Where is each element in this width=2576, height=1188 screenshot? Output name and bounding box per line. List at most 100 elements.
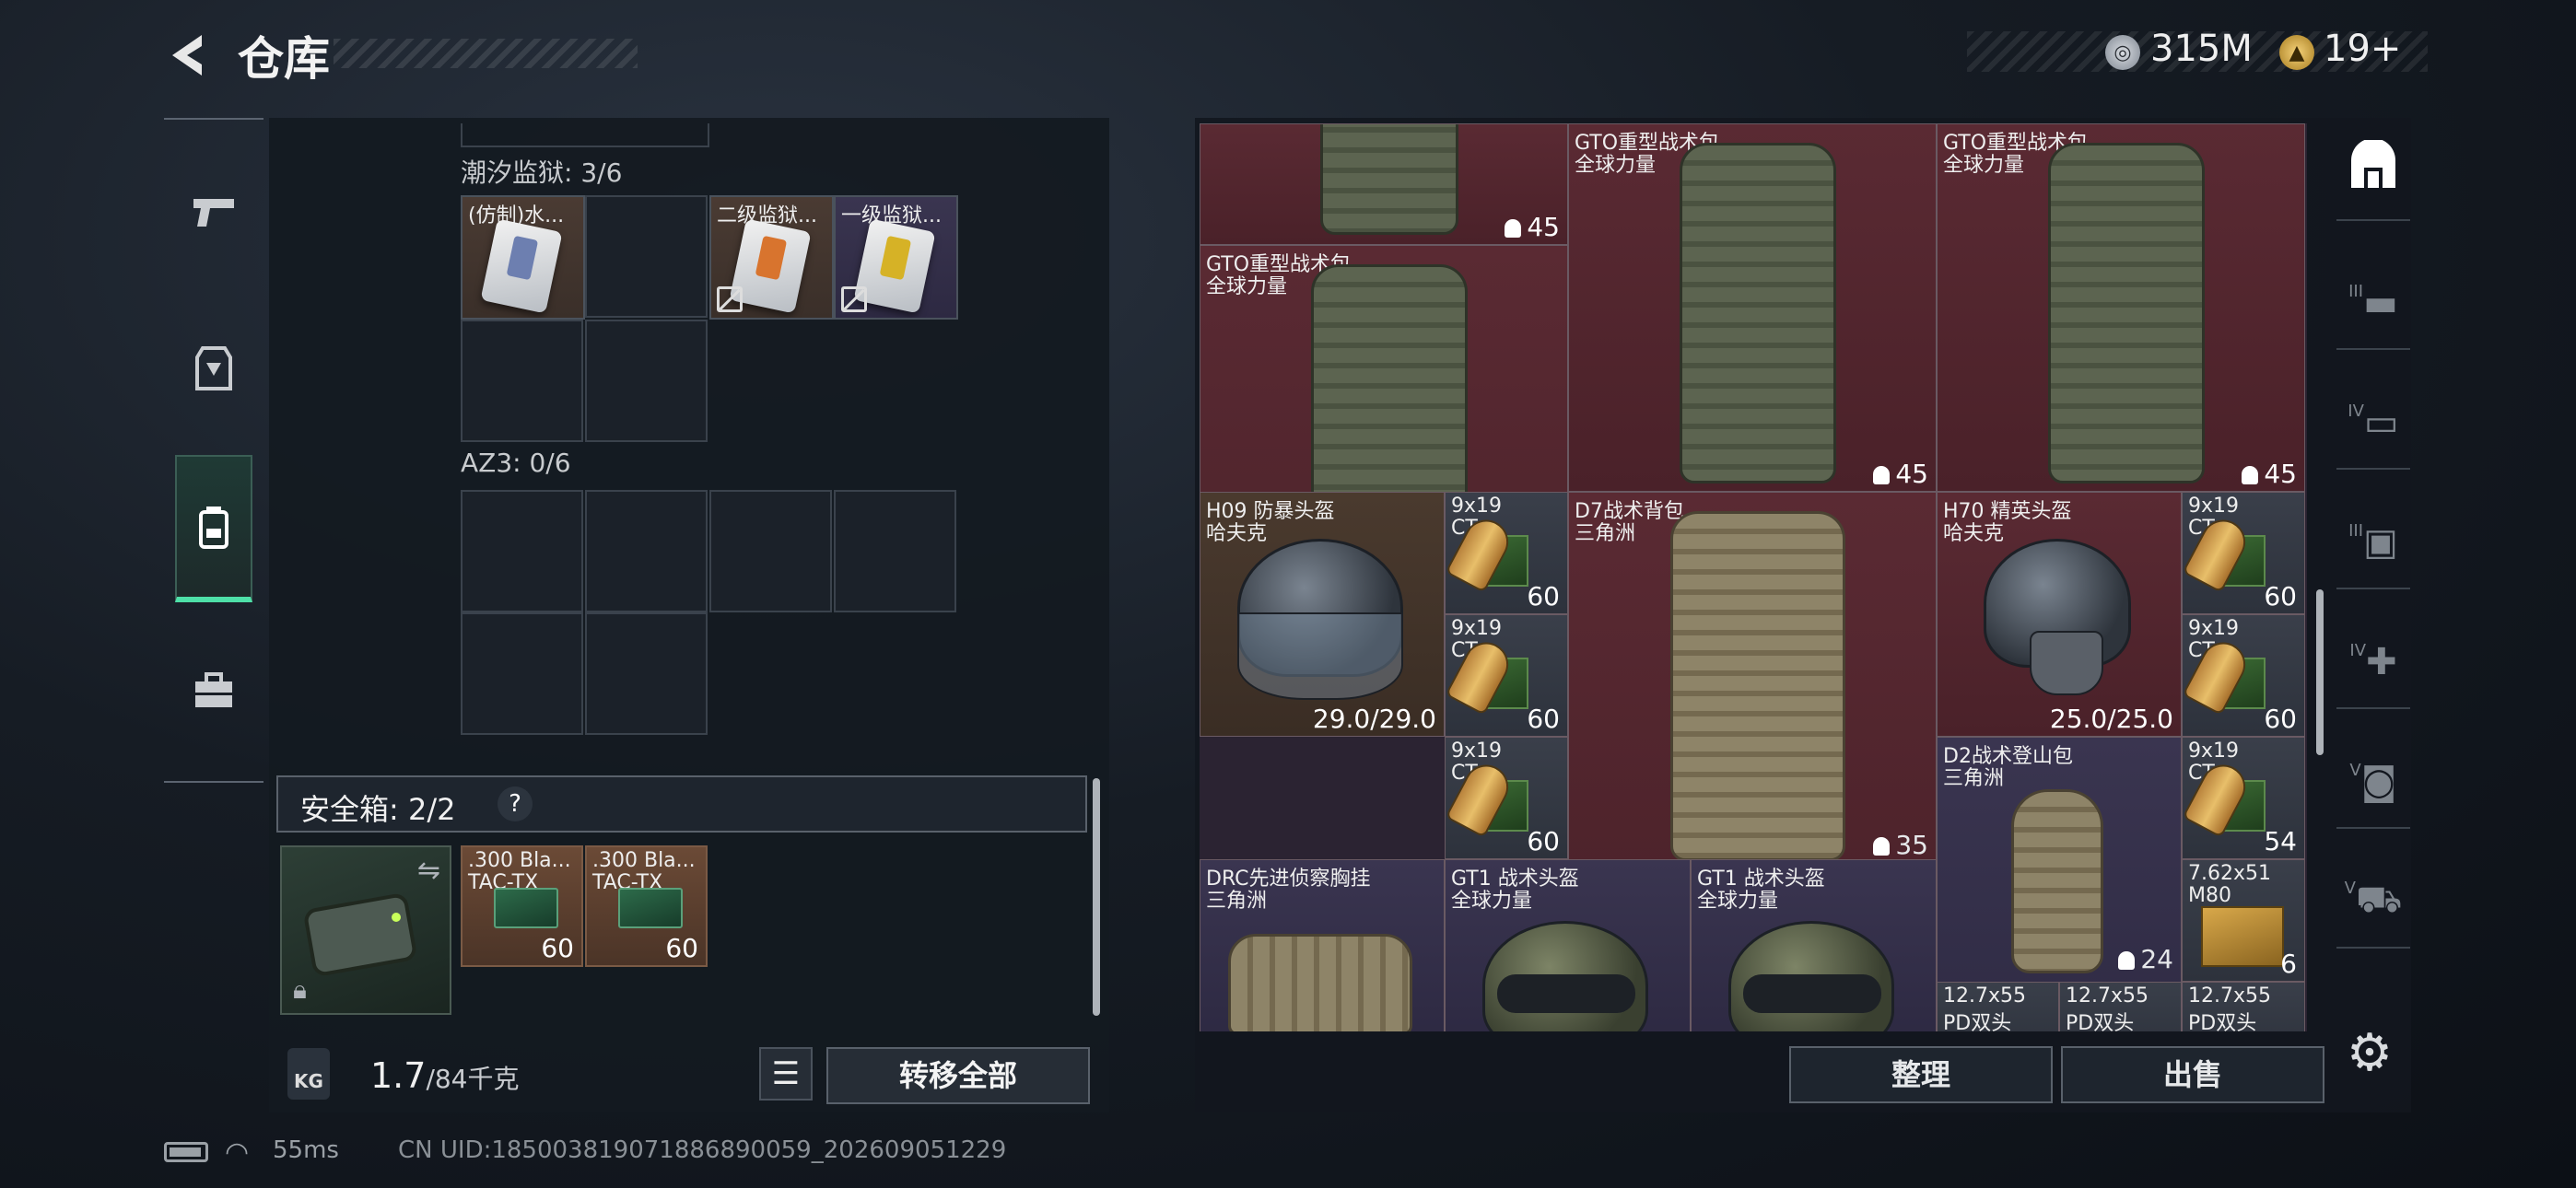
stash-item-ammo[interactable]: 7.62x51 M80 6 <box>2182 859 2305 982</box>
safe-case-icon <box>304 893 416 976</box>
stash-item-helmet[interactable]: H70 精英头盔 哈夫克 25.0/25.0 <box>1937 492 2182 737</box>
tab-armor[interactable] <box>175 295 252 442</box>
ammo-name: 9x19 <box>1451 617 1503 640</box>
stash-item-ammo[interactable]: 9x19 CT 60 <box>2182 492 2305 614</box>
stash-item-ammo[interactable]: 9x19 CT 54 <box>2182 737 2305 859</box>
empty-slot[interactable] <box>709 490 832 612</box>
tab-weapons[interactable] <box>175 138 252 285</box>
keycard-slot[interactable]: (仿制)水... <box>461 195 585 320</box>
filter-tier-3-weapon[interactable]: III▬ <box>2336 258 2410 350</box>
transfer-all-button[interactable]: 转移全部 <box>826 1047 1090 1104</box>
tab-backpacks[interactable] <box>175 455 252 602</box>
help-button[interactable]: ? <box>498 786 533 821</box>
safe-case-slot[interactable]: ⇋ 🔒︎ <box>280 845 451 1015</box>
stash-item-ammo[interactable]: 9x19 CT 60 <box>1445 614 1568 737</box>
ammo-count: 60 <box>2264 581 2297 611</box>
ammo-name: 12.7x55 <box>2188 984 2271 1007</box>
keycard-icon <box>480 218 563 314</box>
empty-slot[interactable] <box>585 612 708 735</box>
item-brand: 三角洲 <box>1575 522 1636 545</box>
stash-item-ammo[interactable]: 9x19 CT 60 <box>2182 614 2305 737</box>
filter-tier-4-medical[interactable]: IV✚ <box>2336 617 2410 709</box>
settings-button[interactable]: ⚙ <box>2340 1024 2399 1083</box>
face-mask-icon <box>2030 631 2103 695</box>
backpack-icon <box>1670 511 1845 861</box>
scrollbar[interactable] <box>2316 589 2324 755</box>
filter-tier-4-container[interactable]: IV▭ <box>2336 378 2410 470</box>
gold-token-value[interactable]: 19+ <box>2324 28 2401 70</box>
gear-icon: ⚙ <box>2346 1023 2394 1083</box>
goggles-icon <box>1497 974 1635 1013</box>
stash-item-helmet[interactable]: GT1 战术头盔 全球力量 <box>1691 859 1937 1031</box>
sell-button[interactable]: 出售 <box>2061 1046 2324 1103</box>
category-sidebar <box>164 118 263 783</box>
safe-box-header: 安全箱: 2/2 ? <box>276 775 1087 833</box>
capacity-value: 45 <box>2264 459 2297 489</box>
empty-slot[interactable] <box>585 320 708 442</box>
empty-slot[interactable] <box>585 490 708 612</box>
weight-max: /84千克 <box>426 1064 520 1094</box>
durability-value: 29.0/29.0 <box>1312 704 1436 734</box>
sort-button[interactable]: 整理 <box>1789 1046 2053 1103</box>
keycard-slot[interactable]: 一级监狱... <box>834 195 958 320</box>
gold-token-icon: ▲ <box>2279 35 2314 70</box>
ammo-name: 9x19 <box>2188 617 2240 640</box>
keycard-slot[interactable]: 二级监狱... <box>709 195 834 320</box>
stash-item-backpack[interactable]: GTO重型战术包 全球力量 45 <box>1568 123 1937 492</box>
title-decoration <box>334 39 638 68</box>
item-brand: 三角洲 <box>1943 767 2005 790</box>
filter-tier-5-gear[interactable]: V◙ <box>2336 737 2410 829</box>
stash-item-chest-rig[interactable]: DRC先进侦察胸挂 三角洲 <box>1200 859 1445 1031</box>
ammo-name: .300 Bla... <box>592 849 696 872</box>
toolbox-icon <box>190 667 238 715</box>
stash-item-backpack[interactable]: GTO重型战术包 全球力量 45 <box>1937 123 2305 492</box>
no-trade-icon <box>717 286 743 312</box>
stash-item-ammo[interactable]: 9x19 CT 60 <box>1445 737 1568 859</box>
ammo-box-icon <box>618 888 683 928</box>
tier-label: IV <box>2348 402 2364 421</box>
stash-item-helmet[interactable]: H09 防暴头盔 哈夫克 29.0/29.0 <box>1200 492 1445 737</box>
stash-item-ammo[interactable]: 12.7x55 PD双头 <box>2059 982 2182 1031</box>
goggles-icon <box>1743 974 1881 1013</box>
capacity-icon <box>1873 466 1891 484</box>
capacity-value: 24 <box>2140 944 2173 974</box>
backpack-icon <box>1680 143 1836 483</box>
weight-current: 1.7 <box>370 1055 427 1096</box>
item-brand: 全球力量 <box>1206 275 1288 298</box>
ammo-item[interactable]: .300 Bla... TAC-TX 60 <box>461 845 583 967</box>
empty-slot[interactable] <box>461 490 583 612</box>
filter-tier-3-armor[interactable]: III▣ <box>2336 497 2410 589</box>
item-brand: 全球力量 <box>1575 154 1657 177</box>
empty-slot[interactable] <box>834 490 956 612</box>
section-label-tidal-prison: 潮汐监狱: 3/6 <box>461 157 623 188</box>
swap-icon[interactable]: ⇋ <box>417 855 440 887</box>
stash-item-ammo[interactable]: 12.7x55 PD双头 <box>1937 982 2059 1031</box>
stash-item-backpack[interactable]: 45 <box>1200 123 1568 245</box>
stash-item-ammo[interactable]: 9x19 CT 60 <box>1445 492 1568 614</box>
ammo-item[interactable]: .300 Bla... TAC-TX 60 <box>585 845 708 967</box>
capacity: 45 <box>2242 459 2297 489</box>
capacity-icon <box>2242 466 2259 484</box>
filter-sidebar: III▬ IV▭ III▣ IV✚ V◙ V⛟ <box>2336 129 2410 1013</box>
empty-slot[interactable] <box>461 612 583 735</box>
user-uid: CN UID:18500381907188689005​9_2026090512… <box>398 1136 1007 1164</box>
stash-item-ammo[interactable]: 12.7x55 PD双头 <box>2182 982 2305 1031</box>
filter-all[interactable] <box>2336 129 2410 221</box>
back-button[interactable] <box>161 28 217 83</box>
silver-coin-value[interactable]: 315M <box>2150 28 2253 70</box>
filter-tier-5-vehicle[interactable]: V⛟ <box>2336 856 2410 949</box>
list-icon: ☰ <box>771 1055 801 1092</box>
tier-label: V <box>2349 761 2361 780</box>
empty-slot[interactable] <box>585 195 708 318</box>
capacity-value: 35 <box>1895 830 1928 860</box>
tab-tools[interactable] <box>175 617 252 764</box>
all-items-icon <box>2346 138 2401 208</box>
no-trade-icon <box>841 286 867 312</box>
empty-slot[interactable] <box>461 320 583 442</box>
stash-item-helmet[interactable]: GT1 战术头盔 全球力量 <box>1445 859 1691 1031</box>
visor-icon <box>1237 612 1403 700</box>
ammo-box-icon <box>494 888 558 928</box>
backpack-icon <box>2048 143 2205 483</box>
list-view-button[interactable]: ☰ <box>759 1047 813 1101</box>
scrollbar[interactable] <box>1093 778 1100 1016</box>
